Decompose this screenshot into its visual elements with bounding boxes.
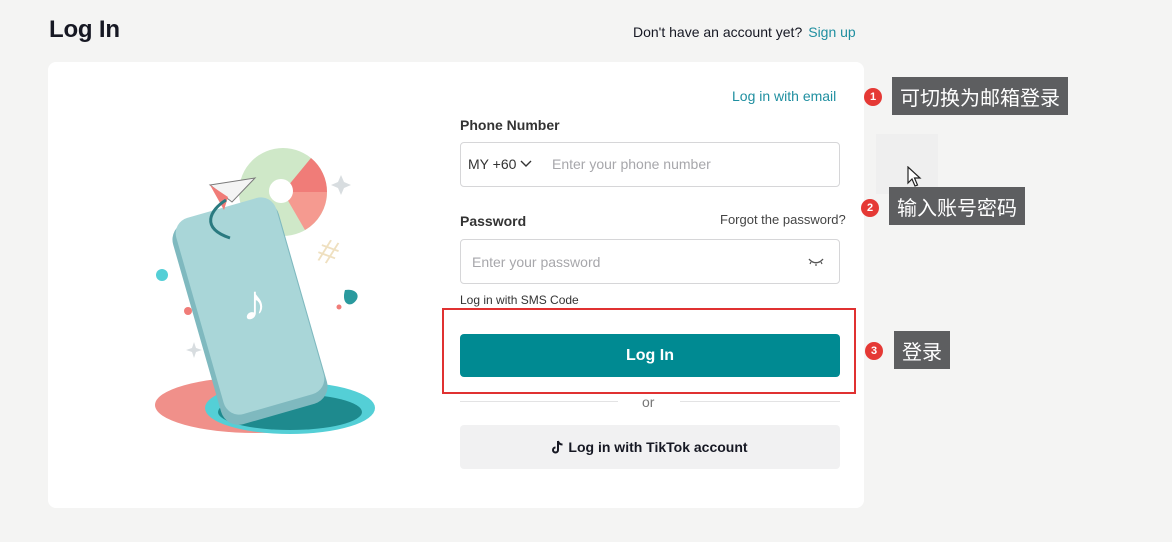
- signup-prompt: Don't have an account yet?: [633, 24, 803, 40]
- password-label: Password: [460, 213, 527, 229]
- forgot-password-link[interactable]: Forgot the password?: [720, 212, 846, 227]
- tiktok-button-label: Log in with TikTok account: [568, 439, 748, 455]
- tiktok-logo-icon: [552, 440, 563, 454]
- or-separator: or: [642, 394, 655, 410]
- country-code-value: MY +60: [468, 156, 517, 172]
- annotation-tip-3: 登录: [894, 331, 950, 369]
- annotation-marker-3: 3: [865, 342, 883, 360]
- annotation-tip-2: 输入账号密码: [889, 187, 1025, 225]
- login-with-email-link[interactable]: Log in with email: [732, 88, 836, 104]
- phone-number-label: Phone Number: [460, 117, 560, 133]
- phone-input[interactable]: [552, 150, 822, 178]
- highlight-box: [442, 308, 856, 394]
- eye-closed-icon[interactable]: [807, 254, 825, 268]
- login-illustration: # ♪: [155, 148, 375, 434]
- signup-link[interactable]: Sign up: [808, 24, 855, 40]
- annotation-marker-2: 2: [861, 199, 879, 217]
- mouse-cursor-icon: [907, 166, 922, 187]
- password-input[interactable]: [472, 248, 792, 276]
- country-code-select[interactable]: MY +60: [468, 156, 532, 172]
- annotation-tip-1: 可切换为邮箱登录: [892, 77, 1068, 115]
- divider-right: [680, 401, 840, 402]
- svg-text:#: #: [313, 231, 344, 273]
- signup-row: Don't have an account yet? Sign up: [633, 24, 856, 40]
- divider-left: [460, 401, 618, 402]
- annotation-marker-1: 1: [864, 88, 882, 106]
- login-with-sms-link[interactable]: Log in with SMS Code: [460, 293, 579, 307]
- page-title: Log In: [49, 16, 120, 43]
- login-with-tiktok-button[interactable]: Log in with TikTok account: [460, 425, 840, 469]
- chevron-down-icon: [520, 160, 532, 167]
- svg-text:♪: ♪: [242, 275, 267, 331]
